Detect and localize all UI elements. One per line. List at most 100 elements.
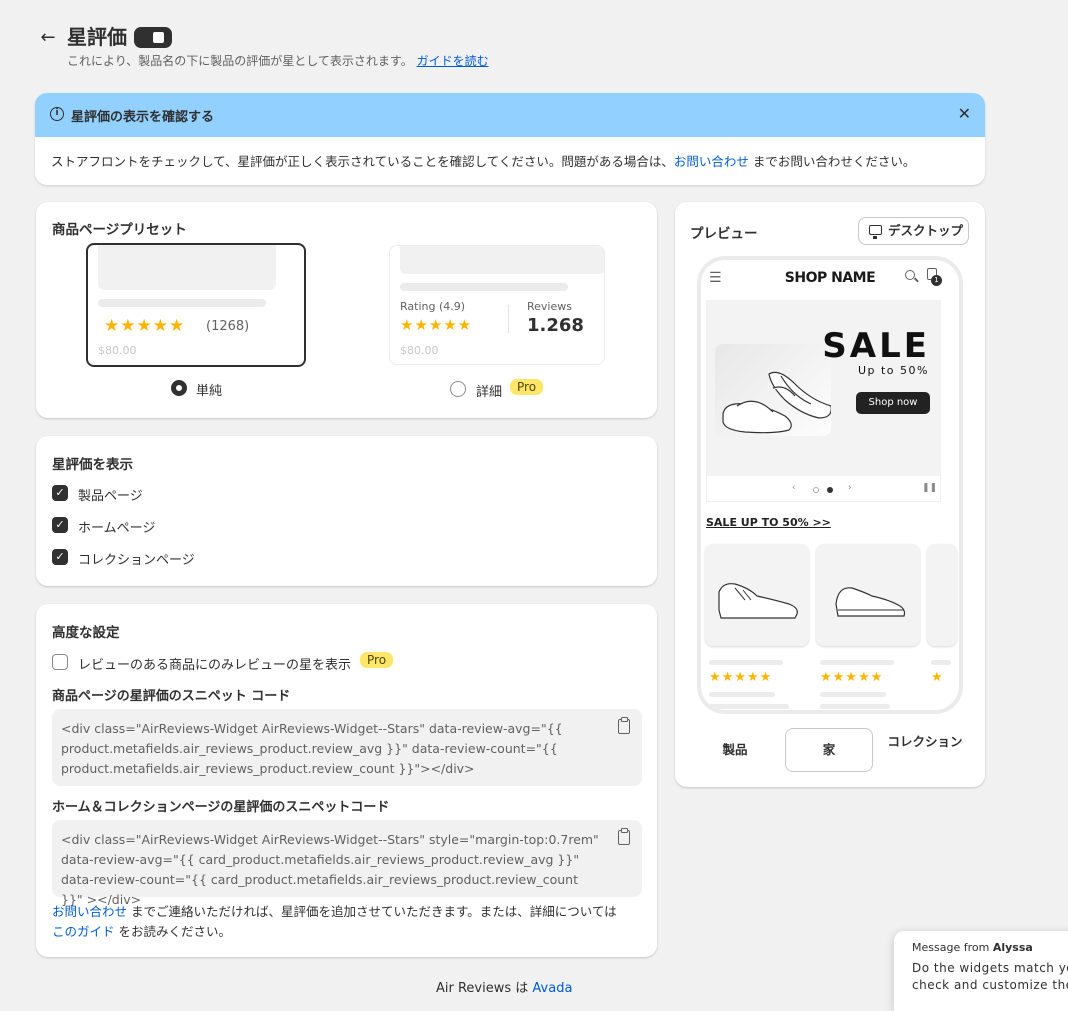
copy-icon[interactable] [618, 717, 630, 734]
product-price-placeholder [709, 692, 775, 697]
product-page-label: 製品ページ [78, 489, 143, 504]
sale-link: SALE UP TO 50% >> [706, 516, 831, 529]
banner-title: 星評価の表示を確認する [71, 110, 215, 125]
detailed-reviews-label: Reviews [527, 300, 572, 313]
store-nav: ☰ SHOP NAME 1 [701, 260, 959, 300]
preview-title: プレビュー [690, 226, 758, 242]
advanced-card: 高度な設定 レビューのある商品にのみレビューの星を表示 Pro 商品ページの星評… [36, 604, 657, 957]
product-price-placeholder [709, 704, 789, 709]
chat-message-line1: Do the widgets match you [912, 961, 1068, 975]
preview-card: プレビュー デスクトップ ☰ SHOP NAME 1 SALE Up to 50… [675, 202, 985, 787]
collection-snippet-title: ホーム＆コレクションページの星評価のスニペットコード [52, 800, 390, 815]
product-card [705, 544, 809, 646]
star-rating-toggle[interactable] [134, 27, 172, 48]
product-snippet-code[interactable]: <div class="AirReviews-Widget AirReviews… [52, 709, 642, 786]
info-banner: i 星評価の表示を確認する ✕ ストアフロントをチェックして、星評価が正しく表示… [35, 93, 985, 185]
chat-popup[interactable]: Message from Alyssa Do the widgets match… [894, 931, 1068, 1011]
contact-link[interactable]: お問い合わせ [52, 904, 127, 919]
preset-title-placeholder [400, 283, 568, 291]
banner-text: ストアフロントをチェックして、星評価が正しく表示されていることを確認してください… [51, 154, 674, 169]
preset-detailed-radio[interactable] [450, 381, 466, 397]
subtitle-text: これにより、製品名の下に製品の評価が星として表示されます。 [67, 54, 413, 68]
hero-product-image [715, 344, 832, 436]
chevron-left-icon: ‹ [792, 483, 796, 493]
page-subtitle: これにより、製品名の下に製品の評価が星として表示されます。 ガイドを読む [67, 52, 489, 69]
banner-text-end: までお問い合わせください。 [748, 154, 916, 169]
product-card [927, 544, 957, 646]
collection-page-label: コレクションページ [78, 553, 195, 568]
collection-snippet-text: <div class="AirReviews-Widget AirReviews… [61, 832, 599, 907]
sandal-illustration [722, 371, 832, 434]
cart-count-badge: 1 [931, 275, 942, 286]
hero-banner: SALE Up to 50% Shop now ‹ › ❚❚ [706, 300, 941, 502]
preset-image-placeholder [98, 245, 276, 290]
detailed-stars: ★★★★★ [400, 316, 473, 334]
device-toggle-button[interactable]: デスクトップ [858, 217, 969, 245]
only-reviewed-checkbox[interactable] [52, 654, 68, 670]
product-title-placeholder [709, 660, 783, 665]
preset-title-placeholder [98, 299, 266, 307]
chat-sender: Message from Alyssa [912, 941, 1066, 954]
sale-title: SALE [822, 326, 930, 366]
collection-snippet-code[interactable]: <div class="AirReviews-Widget AirReviews… [52, 820, 642, 907]
product-snippet-title: 商品ページの星評価のスニペット コード [52, 689, 291, 704]
tab-home-label: 家 [822, 742, 836, 757]
banner-body: ストアフロントをチェックして、星評価が正しく表示されていることを確認してください… [35, 137, 985, 184]
tab-collection-label: コレクション [887, 734, 963, 749]
detailed-price: $80.00 [400, 344, 439, 357]
chat-sender-name: Alyssa [992, 941, 1033, 954]
collection-page-checkbox[interactable]: ✓ [52, 549, 68, 565]
home-page-label: ホームページ [78, 521, 156, 536]
banner-contact-link[interactable]: お問い合わせ [674, 154, 749, 169]
detailed-divider [508, 305, 509, 333]
preset-simple-label: 単純 [196, 384, 223, 399]
preset-image-placeholder [400, 246, 604, 274]
chevron-right-icon: › [848, 483, 852, 493]
product-snippet-text: <div class="AirReviews-Widget AirReviews… [61, 721, 563, 776]
carousel-dot-active [827, 487, 833, 493]
page-header: ← 星評価 これにより、製品名の下に製品の評価が星として表示されます。 ガイドを… [36, 22, 986, 72]
guide-link[interactable]: このガイド [52, 924, 115, 939]
advanced-footer-text: お問い合わせ までご連絡いただければ、星評価を追加させていただきます。または、詳… [52, 902, 648, 942]
shoe-illustration [718, 583, 798, 619]
product-page-checkbox[interactable]: ✓ [52, 485, 68, 501]
only-reviewed-label: レビューのある商品にのみレビューの星を表示 [78, 658, 352, 673]
home-page-checkbox[interactable]: ✓ [52, 517, 68, 533]
back-button[interactable]: ← [36, 26, 60, 50]
simple-stars: ★★★★★ [104, 316, 186, 336]
sale-subtitle: Up to 50% [857, 364, 929, 377]
banner-header: i 星評価の表示を確認する ✕ [35, 93, 985, 137]
pause-icon: ❚❚ [922, 483, 938, 493]
preset-card: 商品ページプリセット ★★★★★ (1268) $80.00 単純 Rating… [36, 202, 657, 418]
close-icon[interactable]: ✕ [958, 104, 971, 123]
shop-name: SHOP NAME [784, 270, 876, 286]
monitor-icon [869, 225, 882, 239]
pro-badge: Pro [360, 652, 394, 668]
toggle-knob [153, 32, 164, 43]
chat-sender-prefix: Message from [912, 941, 990, 954]
detailed-reviews-value: 1.268 [527, 315, 584, 336]
footer-credit: Air Reviews は Avada [436, 977, 572, 996]
preset-simple[interactable]: ★★★★★ (1268) $80.00 [86, 243, 306, 367]
carousel-dot [813, 487, 819, 493]
chat-message-line2: check and customize them [912, 978, 1068, 992]
pro-badge: Pro [510, 379, 544, 395]
product-stars: ★★★★★ [709, 670, 773, 685]
footer-mid-text: までご連絡いただければ、星評価を追加させていただきます。または、詳細については [127, 904, 617, 919]
simple-price: $80.00 [98, 344, 137, 357]
product-stars: ★★★★★ [820, 670, 884, 685]
display-card-title: 星評価を表示 [52, 457, 133, 473]
tab-collection[interactable]: コレクション [881, 728, 969, 772]
tab-product[interactable]: 製品 [691, 728, 779, 772]
guide-link[interactable]: ガイドを読む [417, 54, 489, 68]
copy-icon[interactable] [618, 828, 630, 845]
phone-preview: ☰ SHOP NAME 1 SALE Up to 50% Shop now ‹ … [697, 256, 963, 714]
tab-home[interactable]: 家 [785, 728, 873, 772]
simple-review-count: (1268) [206, 319, 250, 334]
preset-detailed[interactable]: Rating (4.9) ★★★★★ Reviews 1.268 $80.00 [389, 245, 605, 365]
search-icon [905, 270, 915, 280]
preview-page-tabs: 製品 家 コレクション [691, 728, 971, 772]
shop-now-button: Shop now [856, 392, 930, 414]
page-title: 星評価 [67, 25, 127, 49]
preset-simple-radio[interactable] [171, 380, 187, 396]
